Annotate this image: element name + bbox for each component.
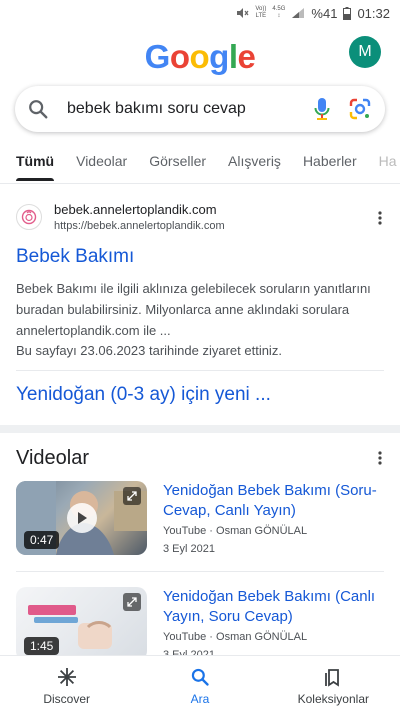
search-tabs: Tümü Videolar Görseller Alışveriş Haberl… <box>0 150 400 184</box>
battery-icon <box>343 6 352 20</box>
expand-icon <box>127 597 137 607</box>
tab-shopping[interactable]: Alışveriş <box>217 150 292 183</box>
search-input[interactable] <box>67 100 297 118</box>
search-icon[interactable] <box>27 98 49 120</box>
video-item[interactable]: 0:47 Yenidoğan Bebek Bakımı (Soru-Cevap,… <box>16 481 384 561</box>
search-result: bebek.annelertoplandik.com https://bebek… <box>16 198 384 418</box>
site-favicon <box>16 204 42 230</box>
video-meta: YouTube · Osman GÖNÜLAL <box>163 525 308 537</box>
tab-news[interactable]: Haberler <box>292 150 368 183</box>
lens-button[interactable] <box>347 96 373 122</box>
nav-collections-label: Koleksiyonlar <box>297 692 369 706</box>
video-author: Osman GÖNÜLAL <box>216 525 308 537</box>
nav-discover-label: Discover <box>43 692 90 706</box>
signal-icon <box>292 8 305 18</box>
video-duration: 0:47 <box>24 531 60 549</box>
nav-discover[interactable]: Discover <box>0 656 133 711</box>
tab-all[interactable]: Tümü <box>0 150 65 183</box>
result-site-name: bebek.annelertoplandik.com <box>54 202 217 217</box>
tab-more[interactable]: Ha <box>368 150 400 183</box>
nav-collections[interactable]: Koleksiyonlar <box>267 656 400 711</box>
nav-search-label: Ara <box>190 692 210 706</box>
video-meta: YouTube · Osman GÖNÜLAL <box>163 631 308 643</box>
expand-button[interactable] <box>123 593 141 611</box>
video-date: 3 Eyl 2021 <box>163 543 215 555</box>
more-vert-icon <box>378 211 382 225</box>
result-title-link[interactable]: Bebek Bakımı <box>16 246 134 268</box>
section-separator <box>0 425 400 433</box>
voice-search-button[interactable] <box>309 96 335 122</box>
tab-videos[interactable]: Videolar <box>65 150 138 183</box>
result-url: https://bebek.annelertoplandik.com <box>54 220 225 232</box>
result-sitelink[interactable]: Yenidoğan (0-3 ay) için yeni ... <box>16 384 271 406</box>
mic-icon <box>314 98 330 120</box>
result-more-button[interactable] <box>370 208 390 228</box>
battery-percent: %41 <box>311 5 338 21</box>
status-bar: Vo)) LTE 4.5G ↕ %41 01:32 <box>0 0 400 26</box>
play-icon <box>77 512 87 524</box>
video-title-link[interactable]: Yenidoğan Bebek Bakımı (Canlı Yayın, Sor… <box>163 587 385 627</box>
network-gen: 4.5G ↕ <box>272 6 286 19</box>
mute-icon <box>237 8 249 18</box>
clock: 01:32 <box>357 5 390 21</box>
collections-icon <box>325 669 340 687</box>
video-source: YouTube <box>163 525 207 537</box>
videos-heading: Videolar <box>16 447 90 469</box>
nav-search[interactable]: Ara <box>133 656 266 711</box>
result-snippet: Bebek Bakımı ile ilgili aklınıza gelebil… <box>16 281 371 338</box>
video-thumbnail[interactable]: 1:45 <box>16 587 147 661</box>
baby-logo-icon <box>21 209 37 225</box>
video-duration: 1:45 <box>24 637 60 655</box>
video-title-link[interactable]: Yenidoğan Bebek Bakımı (Soru-Cevap, Canl… <box>163 481 385 521</box>
divider <box>16 370 384 371</box>
expand-button[interactable] <box>123 487 141 505</box>
divider <box>16 571 384 572</box>
google-logo[interactable]: Google <box>0 38 400 76</box>
video-source: YouTube <box>163 631 207 643</box>
search-box[interactable] <box>15 86 385 132</box>
search-icon <box>191 668 209 686</box>
expand-icon <box>127 491 137 501</box>
video-author: Osman GÖNÜLAL <box>216 631 308 643</box>
videos-more-button[interactable] <box>370 448 390 468</box>
network-indicator: Vo)) LTE <box>255 6 267 19</box>
more-vert-icon <box>378 451 382 465</box>
visited-note: Bu sayfayı 23.06.2023 tarihinde ziyaret … <box>16 343 282 358</box>
bottom-navigation: Discover Ara Koleksiyonlar <box>0 655 400 711</box>
account-avatar[interactable]: M <box>349 36 381 68</box>
play-button[interactable] <box>66 503 97 533</box>
tab-images[interactable]: Görseller <box>138 150 217 183</box>
video-thumbnail[interactable]: 0:47 <box>16 481 147 555</box>
asterisk-icon <box>57 668 76 686</box>
lens-icon <box>349 98 371 120</box>
